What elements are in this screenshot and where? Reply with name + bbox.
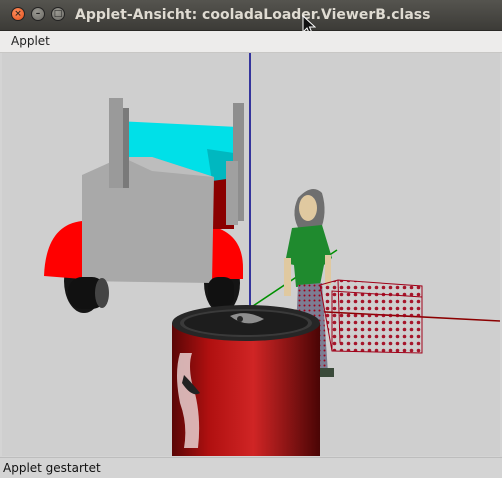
maximize-button[interactable]: □ [51, 7, 65, 21]
menu-bar: Applet [0, 31, 502, 53]
minimize-button[interactable]: – [31, 7, 45, 21]
close-icon: × [14, 8, 22, 19]
maximize-icon: □ [53, 8, 63, 19]
status-bar: Applet gestartet [0, 457, 502, 478]
close-button[interactable]: × [11, 7, 25, 21]
truck-model [44, 98, 244, 313]
status-text: Applet gestartet [3, 461, 101, 475]
3d-canvas[interactable] [2, 53, 500, 456]
minimize-icon: – [35, 8, 41, 19]
applet-viewer-window: × – □ Applet-Ansicht: cooladaLoader.View… [0, 0, 502, 478]
title-bar[interactable]: × – □ Applet-Ansicht: cooladaLoader.View… [0, 0, 502, 36]
cola-can-model [172, 305, 320, 456]
menu-applet[interactable]: Applet [11, 34, 50, 48]
wireframe-crate-model [319, 279, 423, 354]
window-title: Applet-Ansicht: cooladaLoader.ViewerB.cl… [75, 7, 431, 23]
